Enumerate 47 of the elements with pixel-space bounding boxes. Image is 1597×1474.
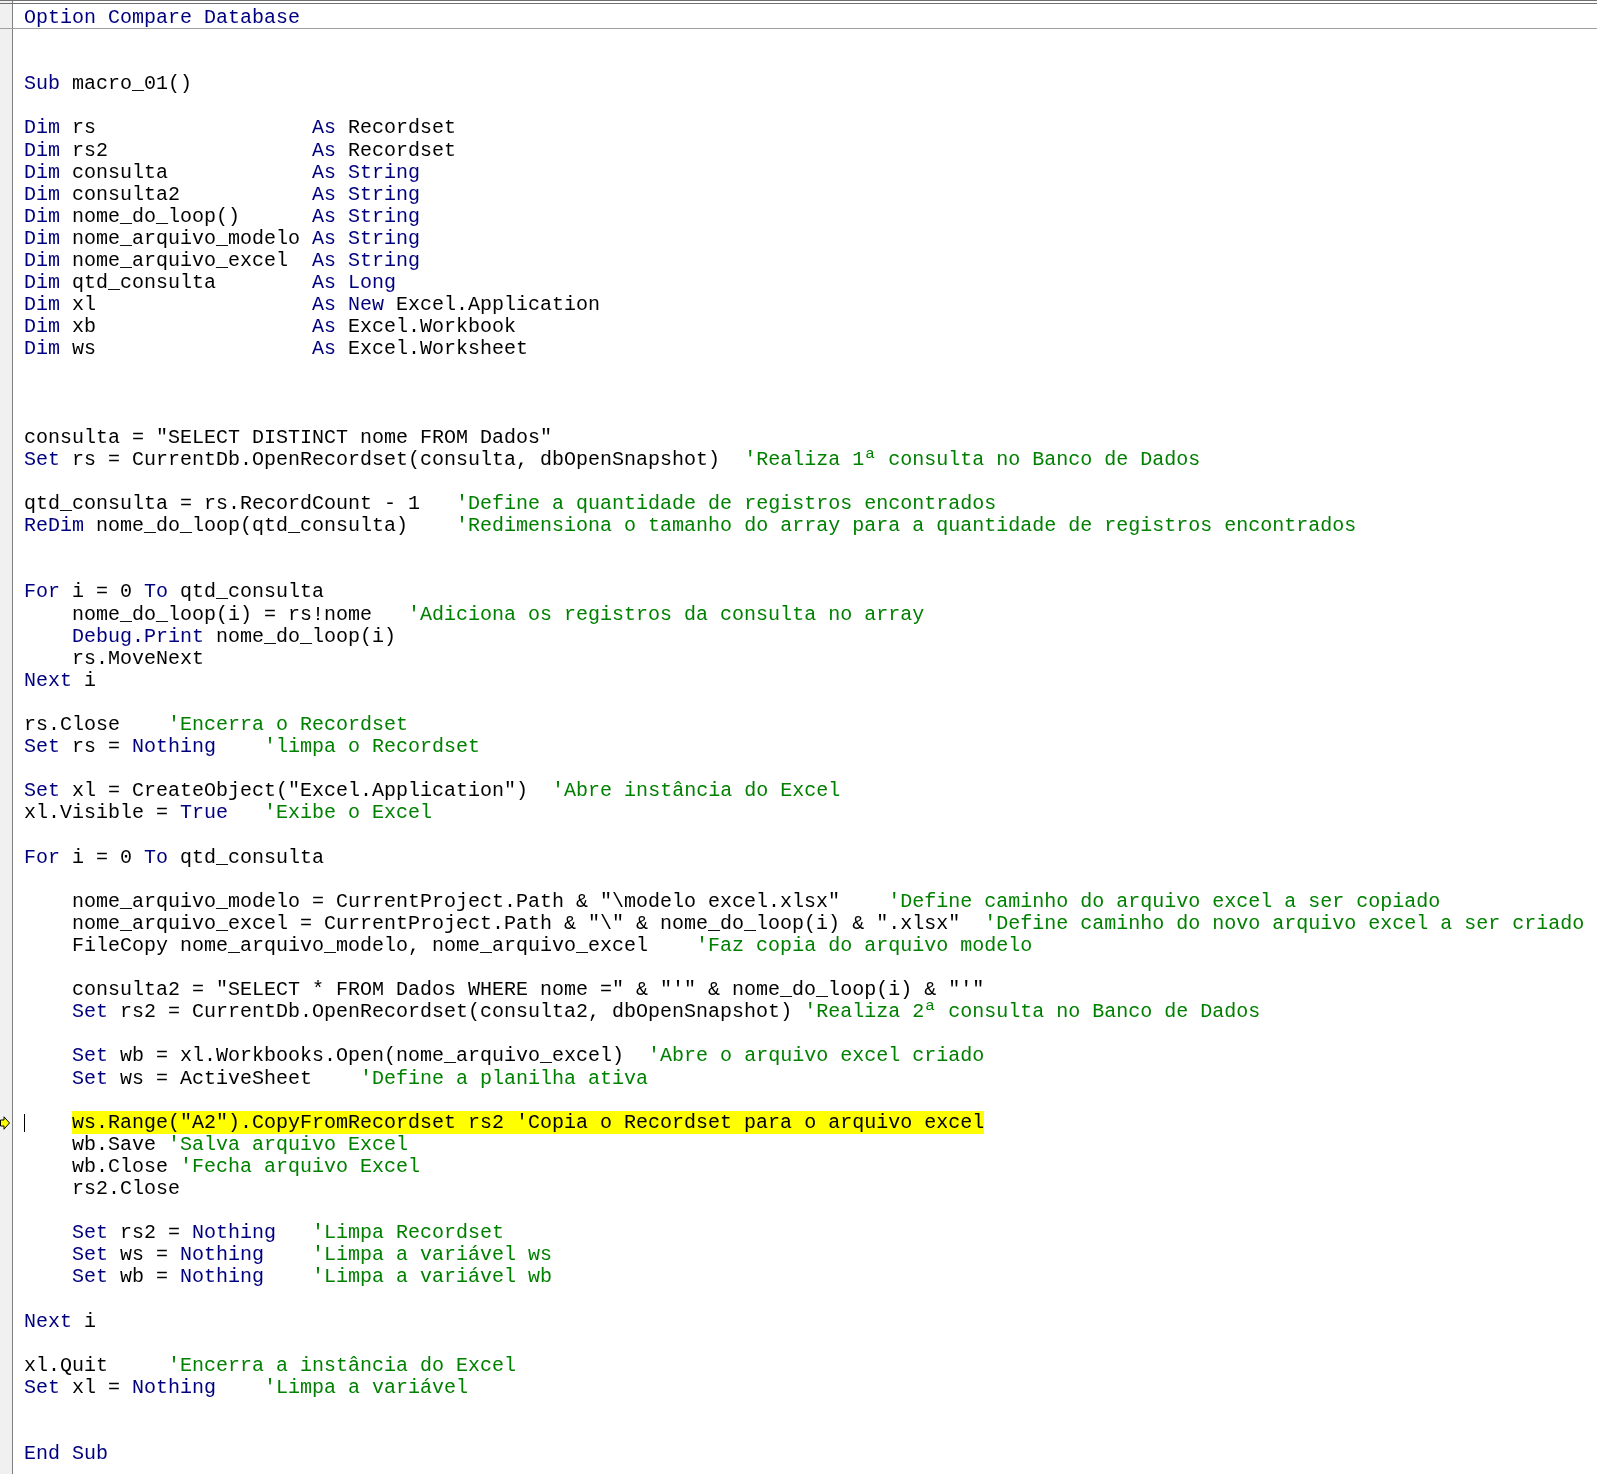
code-line: For i = 0 To qtd_consulta [24, 581, 325, 604]
code-line: rs.MoveNext [71, 647, 205, 670]
code-line: Set xl = Nothing 'Limpa a variável [24, 1376, 469, 1399]
code-line: End Sub [24, 1443, 108, 1466]
code-line: rs2.Close [71, 1177, 181, 1201]
code-line: Debug.Print nome_do_loop(i) [71, 625, 397, 648]
code-line: Set ws = Nothing 'Limpa a variável ws [71, 1244, 553, 1267]
code-line: wb.Close 'Fecha arquivo Excel [71, 1155, 421, 1178]
code-line: xl.Visible = True 'Exibe o Excel [24, 802, 433, 825]
text-cursor [24, 1113, 25, 1132]
code-line: nome_do_loop(i) = rs!nome 'Adiciona os registros da consulta no array [71, 603, 925, 626]
code-line: Dim nome_arquivo_modelo As String [24, 227, 421, 251]
code-line: Dim xl As New Excel.Application [24, 294, 601, 317]
code-line: ReDim nome_do_loop(qtd_consulta) 'Redimensiona o tamanho do array para a quantidade de registros encontrados [24, 515, 1357, 538]
code-line: Dim rs As Recordset [24, 117, 457, 140]
code-line: Set rs = Nothing 'limpa o Recordset [24, 736, 481, 759]
code-line: wb.Save 'Salva arquivo Excel [71, 1133, 409, 1156]
execution-arrow-icon [0, 1115, 10, 1130]
code-line: FileCopy nome_arquivo_modelo, nome_arquivo_excel 'Faz copia do arquivo modelo [71, 934, 1033, 958]
code-line: Dim nome_do_loop() As String [24, 205, 421, 228]
code-line: nome_arquivo_excel = CurrentProject.Path & "\" & nome_do_loop(i) & ".xlsx" 'Define caminho do novo arquivo excel a ser criado [71, 912, 1585, 935]
code-line: Next i [24, 1310, 97, 1333]
code-line: Set wb = xl.Workbooks.Open(nome_arquivo_excel) 'Abre o arquivo excel criado [71, 1045, 985, 1068]
code-line: Dim ws As Excel.Worksheet [24, 338, 529, 361]
code-line: qtd_consulta = rs.RecordCount - 1 'Define a quantidade de registros encontrados [24, 493, 997, 516]
code-line: Set wb = Nothing 'Limpa a variável wb [71, 1266, 553, 1289]
code-line: Dim qtd_consulta As Long [24, 272, 397, 295]
code-line: Set rs2 = Nothing 'Limpa Recordset [71, 1222, 505, 1245]
code-line: Dim xb As Excel.Workbook [24, 316, 517, 339]
code-line: consulta = "SELECT DISTINCT nome FROM Dados" [24, 426, 553, 449]
code-line: Set ws = ActiveSheet 'Define a planilha ativa [71, 1067, 649, 1090]
code-line: nome_arquivo_modelo = CurrentProject.Path & "\modelo excel.xlsx" 'Define caminho do arquivo excel a ser copiado [71, 890, 1441, 913]
highlighted-code-line: ws.Range("A2").CopyFromRecordset rs2 'Copia o Recordset para o arquivo excel [71, 1111, 985, 1134]
code-line: Dim rs2 As Recordset [24, 139, 457, 162]
code-line: For i = 0 To qtd_consulta [24, 846, 325, 869]
code-line: Dim consulta2 As String [24, 183, 421, 206]
code-line: Dim nome_arquivo_excel As String [24, 250, 421, 273]
code-line: Next i [24, 669, 97, 692]
code-line: rs.Close 'Encerra o Recordset [24, 714, 409, 737]
code-line: Dim consulta As String [24, 161, 421, 184]
code-line: Option Compare Database [24, 7, 301, 30]
code-line: Set rs = CurrentDb.OpenRecordset(consulta, dbOpenSnapshot) 'Realiza 1ª consulta no Banco de Dados [24, 448, 1201, 471]
code-line: Sub macro_01() [24, 73, 193, 96]
code-line: Set xl = CreateObject("Excel.Application") 'Abre instância do Excel [24, 780, 841, 803]
code-line: xl.Quit 'Encerra a instância do Excel [24, 1354, 517, 1377]
code-line: consulta2 = "SELECT * FROM Dados WHERE nome =" & "'" & nome_do_loop(i) & "'" [71, 979, 985, 1002]
code-line: Set rs2 = CurrentDb.OpenRecordset(consulta2, dbOpenSnapshot) 'Realiza 2ª consulta no Banco de Dados [71, 1001, 1261, 1024]
